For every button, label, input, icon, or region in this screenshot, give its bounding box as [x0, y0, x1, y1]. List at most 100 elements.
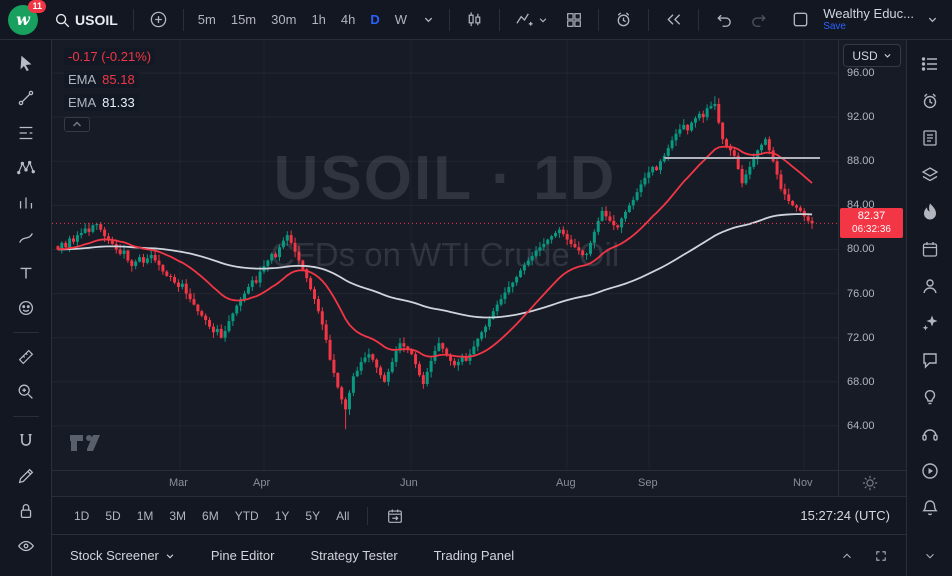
range-1m[interactable]: 1M	[131, 505, 160, 527]
indicator-ema-fast[interactable]: EMA85.18	[64, 71, 155, 88]
fib-retracement-tool[interactable]	[8, 118, 44, 148]
layout-name-block[interactable]: Wealthy Educ... Save	[823, 7, 914, 33]
emoji-tool[interactable]	[8, 293, 44, 323]
panel-maximize-button[interactable]	[874, 549, 888, 563]
legend-collapse-button[interactable]	[64, 117, 90, 132]
indicator-label: EMA	[68, 95, 96, 110]
currency-dropdown[interactable]: USD	[843, 44, 901, 67]
hotlists-button[interactable]	[916, 200, 944, 224]
notifications-button[interactable]	[916, 496, 944, 520]
divider	[13, 332, 39, 333]
chart-style-button[interactable]	[459, 5, 490, 35]
candlestick-chart[interactable]	[52, 40, 838, 470]
divider	[838, 471, 839, 496]
symbol-search-button[interactable]: USOIL	[47, 5, 124, 35]
plus-icon	[149, 10, 168, 29]
right-sidebar	[906, 40, 952, 576]
help-button[interactable]	[916, 422, 944, 446]
tab-strategy-tester[interactable]: Strategy Tester	[310, 548, 397, 563]
lock-tool[interactable]	[8, 496, 44, 526]
range-5d[interactable]: 5D	[99, 505, 126, 527]
compare-add-button[interactable]	[143, 5, 174, 35]
timeframe-4h[interactable]: 4h	[336, 7, 360, 33]
zoom-tool[interactable]	[8, 377, 44, 407]
price-scale-label: 64.00	[847, 420, 875, 432]
price-scale-label: 88.00	[847, 155, 875, 167]
layout-menu-button[interactable]	[921, 5, 944, 35]
tab-trading-panel[interactable]: Trading Panel	[434, 548, 514, 563]
flame-icon	[921, 202, 939, 222]
range-all[interactable]: All	[330, 505, 355, 527]
alert-button[interactable]	[608, 5, 639, 35]
calendar-button[interactable]	[916, 237, 944, 261]
eye-tool[interactable]	[8, 531, 44, 561]
sidebar-collapse-button[interactable]	[916, 544, 944, 568]
alerts-button[interactable]	[916, 89, 944, 113]
trend-line-tool[interactable]	[8, 83, 44, 113]
cursor-tool[interactable]	[8, 48, 44, 78]
range-5y[interactable]: 5Y	[299, 505, 326, 527]
range-1y[interactable]: 1Y	[269, 505, 296, 527]
tradingview-logo[interactable]	[68, 430, 102, 456]
timeframe-1h[interactable]: 1h	[306, 7, 330, 33]
utc-clock[interactable]: 15:27:24 (UTC)	[800, 508, 890, 523]
layout-name[interactable]: Wealthy Educ...	[823, 7, 914, 20]
tab-stock-screener[interactable]: Stock Screener	[70, 548, 175, 563]
panel-controls	[840, 549, 888, 563]
prediction-tool[interactable]	[8, 188, 44, 218]
brush-tool[interactable]	[8, 223, 44, 253]
time-axis[interactable]: MarAprJunAugSepNov	[52, 470, 906, 496]
xabcd-pattern-tool[interactable]	[8, 153, 44, 183]
watchlist-icon	[920, 54, 940, 74]
tab-label: Trading Panel	[434, 548, 514, 563]
range-1d[interactable]: 1D	[68, 505, 95, 527]
indicators-icon	[515, 10, 534, 29]
stream-button[interactable]	[916, 459, 944, 483]
tab-pine-editor[interactable]: Pine Editor	[211, 548, 275, 563]
timeframe-1w[interactable]: W	[390, 7, 412, 33]
indicator-label: EMA	[68, 72, 96, 87]
chevron-down-icon	[538, 15, 548, 25]
ai-assistant-button[interactable]	[916, 311, 944, 335]
indicator-value: 81.33	[102, 95, 135, 110]
object-tree-button[interactable]	[916, 163, 944, 187]
indicators-button[interactable]	[509, 5, 554, 35]
replay-button[interactable]	[658, 5, 689, 35]
minds-button[interactable]	[916, 385, 944, 409]
chart-legend: -0.17 (-0.21%) EMA85.18 EMA81.33	[64, 48, 155, 132]
ideas-button[interactable]	[916, 274, 944, 298]
divider	[499, 9, 500, 31]
news-button[interactable]	[916, 126, 944, 150]
timeframe-1d[interactable]: D	[365, 7, 384, 33]
sparkle-icon	[920, 313, 940, 333]
scale-settings-button[interactable]	[862, 475, 878, 491]
grid-layout-button[interactable]	[559, 5, 589, 35]
alert-clock-icon	[614, 10, 633, 29]
tab-label: Stock Screener	[70, 548, 159, 563]
text-tool[interactable]	[8, 258, 44, 288]
edit-tool[interactable]	[8, 461, 44, 491]
magnet-tool[interactable]	[8, 426, 44, 456]
price-scale[interactable]: 96.0092.0088.0084.0080.0076.0072.0068.00…	[838, 40, 906, 470]
ruler-tool[interactable]	[8, 342, 44, 372]
indicator-ema-slow[interactable]: EMA 81.33	[64, 94, 155, 111]
goto-date-button[interactable]	[380, 503, 410, 529]
range-ytd[interactable]: YTD	[229, 505, 265, 527]
replay-icon	[664, 10, 683, 29]
timeframe-15m[interactable]: 15m	[226, 7, 261, 33]
watchlist-button[interactable]	[916, 52, 944, 76]
undo-button[interactable]	[708, 5, 739, 35]
redo-button[interactable]	[744, 5, 775, 35]
timeframe-30m[interactable]: 30m	[266, 7, 301, 33]
range-3m[interactable]: 3M	[163, 505, 192, 527]
timeframe-5m[interactable]: 5m	[193, 7, 221, 33]
chart-canvas[interactable]: USOIL · 1D CFDs on WTI Crude Oil -0.17 (…	[52, 40, 906, 470]
timeframe-menu-button[interactable]	[417, 5, 440, 35]
range-6m[interactable]: 6M	[196, 505, 225, 527]
save-button[interactable]: Save	[823, 20, 846, 33]
time-axis-label: Nov	[793, 477, 813, 489]
app-logo[interactable]: w 11	[8, 5, 38, 35]
chat-button[interactable]	[916, 348, 944, 372]
panel-open-button[interactable]	[840, 549, 854, 563]
layout-select-button[interactable]	[785, 5, 816, 35]
